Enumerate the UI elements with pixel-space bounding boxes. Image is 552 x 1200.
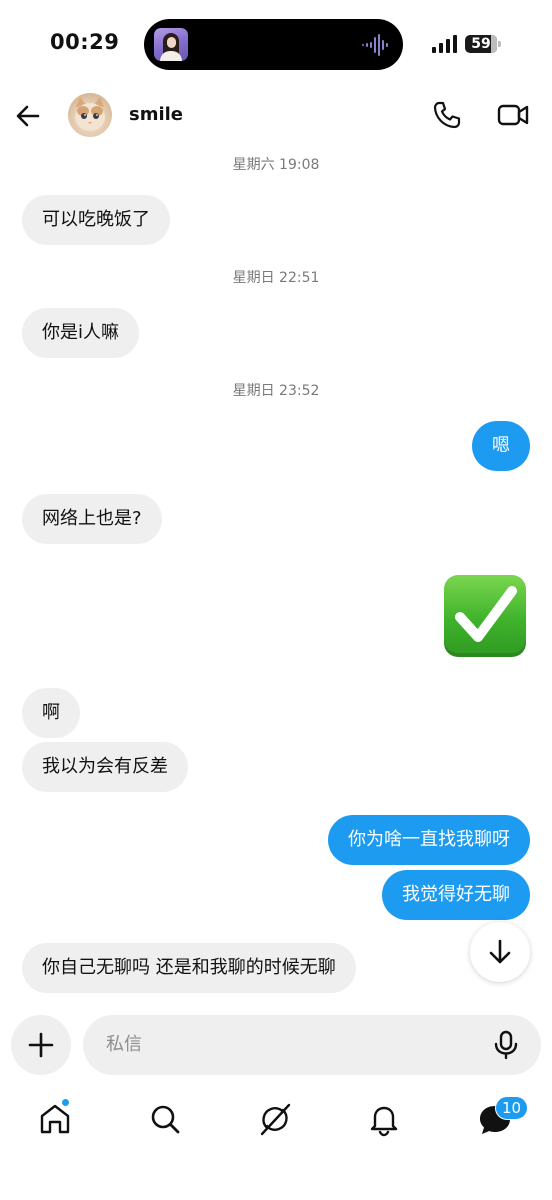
scroll-to-bottom-button[interactable] bbox=[470, 922, 530, 982]
incoming-message[interactable]: 可以吃晚饭了 bbox=[22, 195, 170, 245]
battery-level: 59 bbox=[471, 36, 491, 52]
outgoing-message[interactable]: 我觉得好无聊 bbox=[382, 870, 530, 920]
incoming-message[interactable]: 啊 bbox=[22, 688, 80, 738]
incoming-message[interactable]: 网络上也是? bbox=[22, 494, 162, 544]
message-timestamp: 星期六 19:08 bbox=[232, 157, 320, 173]
incoming-message[interactable]: 你自己无聊吗 还是和我聊的时候无聊 bbox=[22, 943, 356, 993]
notifications-tab-icon[interactable] bbox=[365, 1100, 403, 1138]
cellular-signal-icon bbox=[432, 35, 457, 53]
dynamic-island[interactable] bbox=[144, 19, 403, 70]
message-input[interactable]: 私信 bbox=[83, 1015, 541, 1075]
home-unread-dot bbox=[61, 1098, 70, 1107]
check-mark-icon bbox=[455, 586, 517, 642]
kitten-avatar-icon bbox=[75, 97, 105, 131]
phone-call-icon[interactable] bbox=[432, 100, 462, 130]
arrow-down-icon bbox=[489, 939, 511, 964]
outgoing-message[interactable]: 你为啥一直找我聊呀 bbox=[328, 815, 530, 865]
battery-icon: 59 bbox=[465, 35, 501, 53]
video-call-icon[interactable] bbox=[497, 101, 529, 129]
contact-avatar[interactable] bbox=[68, 93, 112, 137]
message-input-placeholder: 私信 bbox=[106, 1034, 142, 1055]
messages-unread-badge: 10 bbox=[495, 1096, 529, 1120]
grok-tab-icon[interactable] bbox=[256, 1100, 294, 1138]
outgoing-message[interactable]: 嗯 bbox=[472, 421, 530, 471]
back-arrow-icon[interactable] bbox=[14, 102, 42, 130]
incoming-message[interactable]: 我以为会有反差 bbox=[22, 742, 188, 792]
plus-icon bbox=[28, 1032, 54, 1058]
message-timestamp: 星期日 22:51 bbox=[232, 270, 320, 286]
contact-name[interactable]: smile bbox=[129, 104, 183, 125]
status-time: 00:29 bbox=[50, 30, 120, 54]
add-attachment-button[interactable] bbox=[11, 1015, 71, 1075]
now-playing-artwork bbox=[154, 28, 188, 61]
audio-waveform-icon bbox=[362, 34, 388, 56]
message-timestamp: 星期日 23:52 bbox=[232, 383, 320, 399]
incoming-message[interactable]: 你是i人嘛 bbox=[22, 308, 140, 358]
check-mark-emoji-icon[interactable] bbox=[444, 575, 526, 657]
search-tab-icon[interactable] bbox=[146, 1100, 184, 1138]
microphone-icon[interactable] bbox=[491, 1030, 521, 1060]
